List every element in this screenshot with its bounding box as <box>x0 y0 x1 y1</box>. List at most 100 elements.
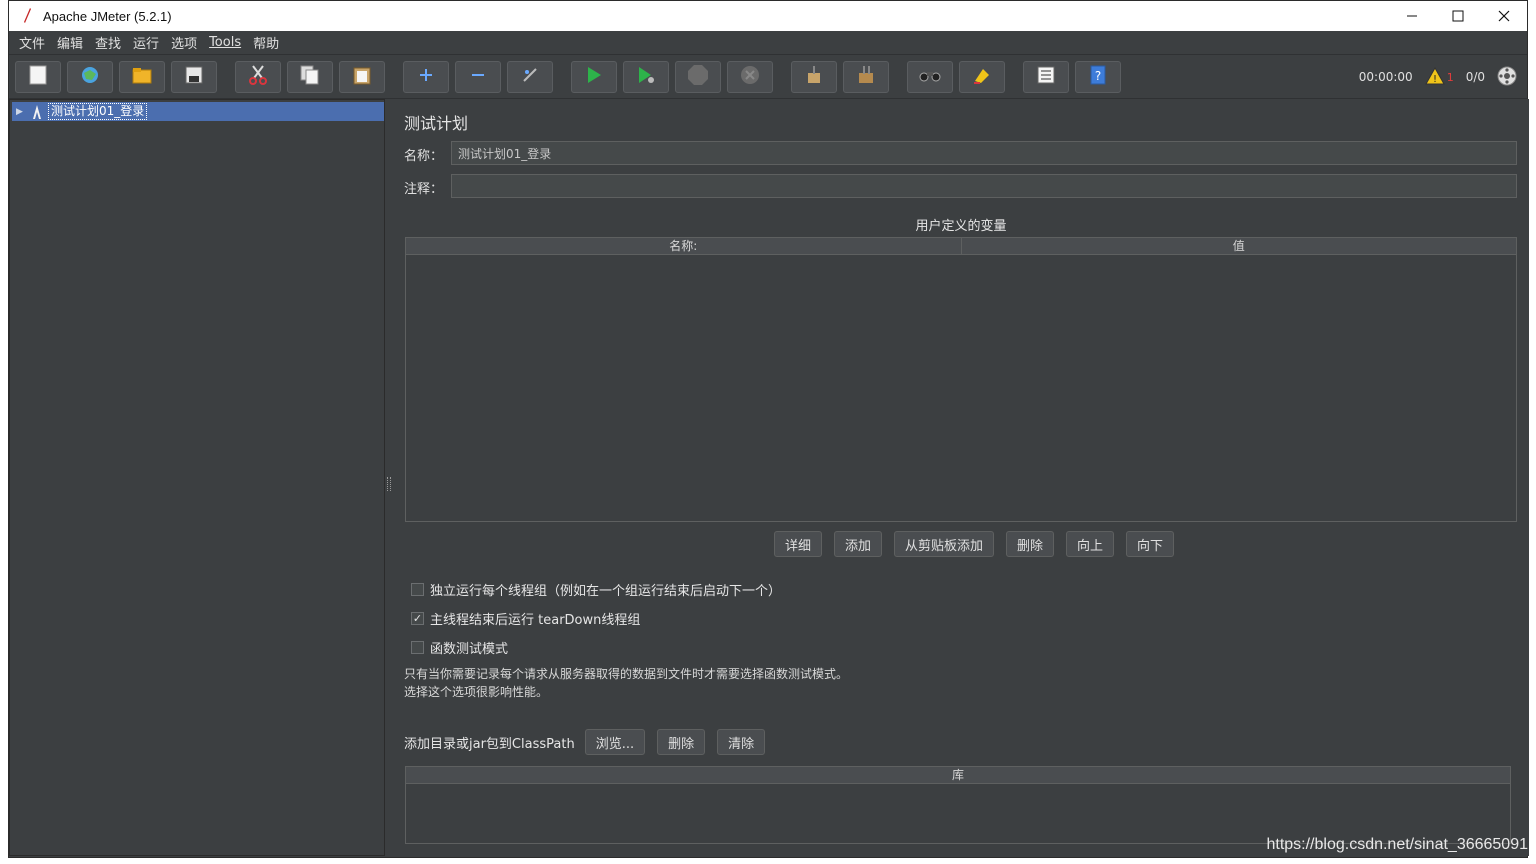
tree-expand-icon[interactable]: ▶ <box>16 107 28 117</box>
move-down-button[interactable]: 向下 <box>1126 531 1175 557</box>
functional-mode-note-line2: 选择这个选项很影响性能。 <box>404 685 549 699</box>
name-field[interactable]: 测试计划01_登录 <box>451 141 1517 165</box>
test-plan-panel: 测试计划 名称： 测试计划01_登录 注释： 用户定义的变量 名称: 值 详细 … <box>393 99 1529 856</box>
user-variables-table[interactable]: 名称: 值 <box>405 237 1517 522</box>
table-button-row: 详细 添加 从剪贴板添加 删除 向上 向下 <box>393 531 1529 557</box>
toggle-icon <box>521 66 539 87</box>
delete-button[interactable]: 删除 <box>1006 531 1055 557</box>
functional-mode-checkbox[interactable] <box>411 641 424 654</box>
window-controls <box>1389 1 1527 31</box>
test-plan-icon <box>30 104 44 119</box>
play-icon <box>586 66 602 87</box>
minus-icon <box>470 67 486 86</box>
name-label: 名称： <box>404 149 444 164</box>
cut-icon <box>249 65 267 88</box>
shutdown-button[interactable] <box>727 60 773 93</box>
jmeter-window: Apache JMeter (5.2.1) 文件 编辑 查找 运行 选项 Too… <box>8 0 1529 858</box>
teardown-checkbox[interactable]: ✓ <box>411 612 424 625</box>
functional-mode-label: 函数测试模式 <box>430 642 509 657</box>
maximize-button[interactable] <box>1435 1 1481 31</box>
menu-options[interactable]: 选项 <box>165 31 203 55</box>
cut-button[interactable] <box>235 60 281 93</box>
add-from-clipboard-button[interactable]: 从剪贴板添加 <box>893 531 994 557</box>
functional-mode-note-line1: 只有当你需要记录每个请求从服务器取得的数据到文件时才需要选择函数测试模式。 <box>404 667 849 681</box>
comment-field[interactable] <box>451 174 1517 198</box>
search-button[interactable] <box>907 60 953 93</box>
reset-search-icon <box>972 65 992 88</box>
menu-help[interactable]: 帮助 <box>247 31 285 55</box>
option-teardown-on-shutdown[interactable]: ✓ 主线程结束后运行 tearDown线程组 <box>411 609 640 628</box>
clear-button[interactable] <box>791 60 837 93</box>
active-threads: 0/0 <box>1465 70 1485 84</box>
menu-edit[interactable]: 编辑 <box>51 31 89 55</box>
shutdown-icon <box>740 65 760 88</box>
open-button[interactable] <box>119 60 165 93</box>
save-button[interactable] <box>171 60 217 93</box>
svg-text:!: ! <box>1433 74 1437 85</box>
serialize-label: 独立运行每个线程组（例如在一个组运行结束后启动下一个） <box>430 584 782 599</box>
binoculars-icon <box>919 68 941 85</box>
help-button[interactable]: ? <box>1075 60 1121 93</box>
clear-all-button[interactable] <box>843 60 889 93</box>
serialize-checkbox[interactable] <box>411 583 424 596</box>
broom-all-icon <box>856 65 876 88</box>
close-button[interactable] <box>1481 1 1527 31</box>
svg-text:?: ? <box>1095 69 1101 83</box>
tree-node-test-plan[interactable]: ▶ 测试计划01_登录 <box>12 102 384 121</box>
function-helper-button[interactable] <box>1023 60 1069 93</box>
paste-button[interactable] <box>339 60 385 93</box>
collapse-all-button[interactable] <box>455 60 501 93</box>
classpath-delete-button[interactable]: 删除 <box>657 729 706 755</box>
stop-icon <box>687 64 709 89</box>
copy-button[interactable] <box>287 60 333 93</box>
templates-button[interactable] <box>67 60 113 93</box>
detail-button[interactable]: 详细 <box>773 531 822 557</box>
play-no-pause-icon <box>637 66 655 87</box>
library-column-header[interactable]: 库 <box>406 767 1510 784</box>
new-icon <box>29 65 47 88</box>
library-table[interactable]: 库 <box>405 766 1511 844</box>
broom-icon <box>804 65 824 88</box>
expand-all-button[interactable] <box>403 60 449 93</box>
classpath-row: 添加目录或jar包到ClassPath 浏览... 删除 清除 <box>404 729 771 755</box>
open-icon <box>132 66 152 87</box>
elapsed-timer: 00:00:00 <box>1358 70 1413 84</box>
menu-bar: 文件 编辑 查找 运行 选项 Tools 帮助 <box>9 31 1527 55</box>
menu-run[interactable]: 运行 <box>127 31 165 55</box>
start-button[interactable] <box>571 60 617 93</box>
new-button[interactable] <box>15 60 61 93</box>
option-serialize-thread-groups[interactable]: 独立运行每个线程组（例如在一个组运行结束后启动下一个） <box>411 580 781 599</box>
stop-button[interactable] <box>675 60 721 93</box>
comment-label: 注释： <box>404 182 444 197</box>
jmeter-feather-icon <box>17 6 37 26</box>
menu-file[interactable]: 文件 <box>13 31 51 55</box>
move-up-button[interactable]: 向上 <box>1066 531 1115 557</box>
table-header: 名称: 值 <box>406 238 1516 255</box>
column-value-header[interactable]: 值 <box>962 238 1517 254</box>
list-icon <box>1037 66 1055 87</box>
toggle-button[interactable] <box>507 60 553 93</box>
reset-search-button[interactable] <box>959 60 1005 93</box>
panel-title: 测试计划 <box>404 114 469 133</box>
warning-count: 1 <box>1446 70 1454 84</box>
classpath-clear-button[interactable]: 清除 <box>717 729 766 755</box>
minimize-button[interactable] <box>1389 1 1435 31</box>
menu-search[interactable]: 查找 <box>89 31 127 55</box>
help-icon: ? <box>1090 65 1106 88</box>
browse-button[interactable]: 浏览... <box>584 729 646 755</box>
pane-splitter[interactable] <box>385 99 393 856</box>
tree-node-label: 测试计划01_登录 <box>48 103 148 120</box>
start-no-pauses-button[interactable] <box>623 60 669 93</box>
splitter-grip-icon <box>387 477 391 491</box>
column-name-header[interactable]: 名称: <box>406 238 962 254</box>
plus-icon <box>418 67 434 86</box>
toolbar: ? 00:00:00 ! 1 0/0 <box>9 55 1527 99</box>
classpath-label: 添加目录或jar包到ClassPath <box>404 736 575 752</box>
add-button[interactable]: 添加 <box>833 531 882 557</box>
remote-engines-icon[interactable] <box>1497 66 1517 89</box>
warning-icon[interactable]: ! <box>1424 66 1445 88</box>
background-page-right <box>1528 30 1536 864</box>
option-functional-test-mode[interactable]: 函数测试模式 <box>411 638 508 657</box>
paste-icon <box>353 65 371 88</box>
menu-tools[interactable]: Tools <box>203 31 247 55</box>
